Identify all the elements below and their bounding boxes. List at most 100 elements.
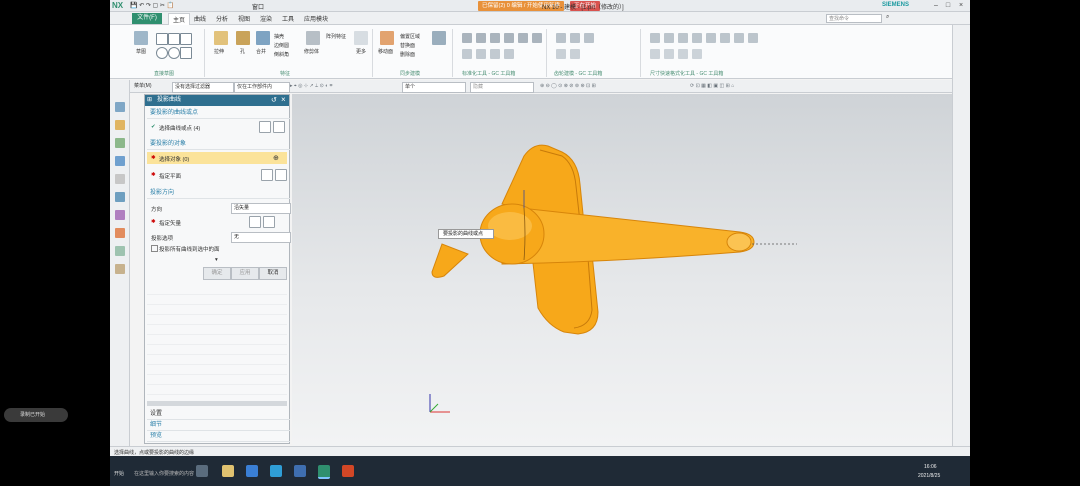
- apply-button[interactable]: 应用: [231, 267, 259, 280]
- gear-tool-3-icon[interactable]: [584, 33, 594, 43]
- taskbar-search[interactable]: 在这里输入你要搜索的内容: [134, 470, 194, 477]
- point-icon[interactable]: [180, 47, 192, 59]
- gc-tool-1-icon[interactable]: [462, 33, 472, 43]
- explorer-icon[interactable]: [222, 465, 234, 477]
- start-button[interactable]: 开始: [114, 470, 124, 477]
- type-filter-select[interactable]: 没有选择过滤器: [172, 82, 234, 93]
- reset-icon[interactable]: ↺: [271, 96, 277, 104]
- specify-vector-row[interactable]: 指定矢量: [159, 219, 181, 227]
- dialog-close-icon[interactable]: ×: [281, 95, 286, 104]
- gc-tool-6-icon[interactable]: [532, 33, 542, 43]
- chamfer-label[interactable]: 倒斜角: [274, 51, 289, 58]
- minimize-icon[interactable]: –: [930, 1, 942, 11]
- gear-tool-1-icon[interactable]: [556, 33, 566, 43]
- command-search-input[interactable]: 查找命令: [826, 14, 882, 23]
- graphics-window[interactable]: [292, 94, 952, 446]
- vector-reverse-icon[interactable]: [263, 216, 275, 228]
- offset-region-label[interactable]: 偏置区域: [400, 33, 420, 40]
- mail-icon[interactable]: [246, 465, 258, 477]
- lower-wing[interactable]: [531, 253, 599, 335]
- tab-home[interactable]: 主页: [168, 13, 191, 25]
- word-icon[interactable]: [294, 465, 306, 477]
- profile-icon[interactable]: [156, 33, 168, 45]
- section-curves-head[interactable]: 要投影的曲线或点: [147, 108, 290, 119]
- section-direction-head[interactable]: 投影方向: [147, 188, 290, 199]
- tab-render[interactable]: 渲染: [260, 14, 272, 23]
- ok-button[interactable]: 确定: [203, 267, 231, 280]
- more-features-icon[interactable]: [354, 31, 368, 45]
- pattern-label[interactable]: 阵列特征: [326, 33, 346, 40]
- plane-picker-icon[interactable]: [275, 169, 287, 181]
- circle-icon[interactable]: [168, 47, 180, 59]
- menu-button[interactable]: 菜单(M): [132, 82, 170, 91]
- plane-dialog-icon[interactable]: [261, 169, 273, 181]
- tail-cone[interactable]: [726, 232, 752, 252]
- snap-icons[interactable]: ▸ ⌖ ◎ ⊹ ↗ ⟂ ⊙ ◐ ⌗: [290, 83, 332, 89]
- select-curve-row[interactable]: 选择曲线或点 (4): [159, 124, 200, 132]
- maximize-icon[interactable]: □: [942, 1, 954, 11]
- gear-tool-5-icon[interactable]: [570, 49, 580, 59]
- dim-tool-12-icon[interactable]: [692, 49, 702, 59]
- tab-applications[interactable]: 应用模块: [304, 14, 328, 23]
- manufacturing-wizard-icon[interactable]: [115, 264, 125, 274]
- gc-tool-7-icon[interactable]: [462, 49, 472, 59]
- process-studio-icon[interactable]: [115, 228, 125, 238]
- tab-view[interactable]: 视图: [238, 14, 250, 23]
- history-icon[interactable]: [115, 192, 125, 202]
- rectangle-icon[interactable]: [168, 33, 180, 45]
- gc-tool-9-icon[interactable]: [490, 49, 500, 59]
- shell-label[interactable]: 抽壳: [274, 33, 284, 40]
- view-toolbar-icons[interactable]: ⟳ ⊡ ▦ ◧ ▣ ◫ ⊞ ⌂: [690, 83, 734, 89]
- sync-more-icon[interactable]: [432, 31, 446, 45]
- expand-icon[interactable]: ▾: [215, 257, 218, 263]
- reuse-library-icon[interactable]: [115, 156, 125, 166]
- model-viewport[interactable]: [292, 94, 952, 446]
- panel-settings[interactable]: 设置: [147, 409, 290, 420]
- select-object-row[interactable]: 选择对象 (0): [159, 155, 189, 163]
- dim-tool-1-icon[interactable]: [650, 33, 660, 43]
- snap-point-icons[interactable]: ⊕ ⊖ ◯ ⊙ ⊗ ⊘ ⊚ ⊛ ⊡ ⊞: [540, 83, 596, 89]
- nx-app-icon[interactable]: [318, 465, 330, 479]
- dim-tool-5-icon[interactable]: [706, 33, 716, 43]
- panel-preview[interactable]: 预览: [147, 431, 290, 442]
- scope-select[interactable]: 仅在工作部件内: [234, 82, 290, 93]
- checkbox[interactable]: [151, 245, 158, 252]
- gc-tool-2-icon[interactable]: [476, 33, 486, 43]
- direction-select[interactable]: 沿矢量: [231, 203, 291, 214]
- dim-tool-6-icon[interactable]: [720, 33, 730, 43]
- panel-details[interactable]: 细节: [147, 420, 290, 431]
- recording-overlay[interactable]: 录制已开始: [4, 408, 68, 422]
- tab-analysis[interactable]: 分析: [216, 14, 228, 23]
- search-icon[interactable]: ⌕: [886, 14, 889, 21]
- dim-tool-4-icon[interactable]: [692, 33, 702, 43]
- crosshair-icon[interactable]: ⊕: [273, 154, 279, 162]
- close-icon[interactable]: ×: [955, 1, 967, 11]
- curve-select-icon[interactable]: [259, 121, 271, 133]
- browser-icon[interactable]: [270, 465, 282, 477]
- quick-access-icons[interactable]: 💾 ↶ ↷ ▢ ✂ 📋: [130, 2, 174, 9]
- window-menu[interactable]: 窗口: [252, 2, 264, 11]
- line-icon[interactable]: [180, 33, 192, 45]
- dim-tool-8-icon[interactable]: [748, 33, 758, 43]
- system-materials-icon[interactable]: [115, 210, 125, 220]
- gear-tool-2-icon[interactable]: [570, 33, 580, 43]
- assembly-navigator-icon[interactable]: [115, 120, 125, 130]
- trim-body-icon[interactable]: [306, 31, 320, 45]
- tab-curve[interactable]: 曲线: [194, 14, 206, 23]
- arc-icon[interactable]: [156, 47, 168, 59]
- gc-tool-8-icon[interactable]: [476, 49, 486, 59]
- edge-blend-label[interactable]: 边倒圆: [274, 42, 289, 49]
- roles-icon[interactable]: [115, 246, 125, 256]
- curve-add-icon[interactable]: [273, 121, 285, 133]
- gc-tool-10-icon[interactable]: [504, 49, 514, 59]
- dim-tool-3-icon[interactable]: [678, 33, 688, 43]
- unite-icon[interactable]: [256, 31, 270, 45]
- powerpoint-icon[interactable]: [342, 465, 354, 477]
- extrude-icon[interactable]: [214, 31, 228, 45]
- move-face-icon[interactable]: [380, 31, 394, 45]
- scrollbar[interactable]: [147, 401, 287, 406]
- vector-dialog-icon[interactable]: [249, 216, 261, 228]
- hole-icon[interactable]: [236, 31, 250, 45]
- sketch-icon[interactable]: [134, 31, 148, 45]
- view-mode-select[interactable]: 单个: [402, 82, 466, 93]
